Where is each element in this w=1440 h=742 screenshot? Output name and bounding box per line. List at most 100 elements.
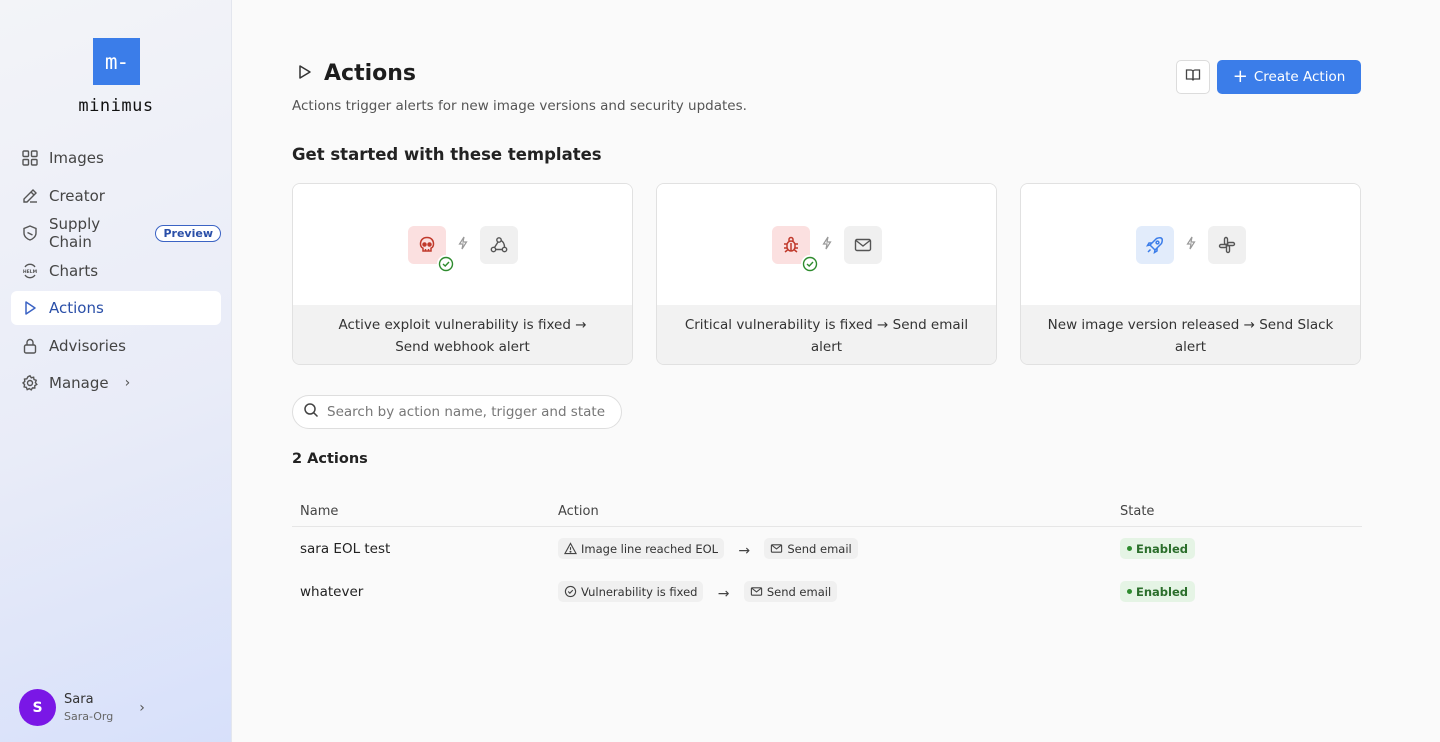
- svg-text:HELM: HELM: [23, 269, 38, 275]
- sidebar-item-label: Actions: [49, 299, 104, 317]
- play-icon: [296, 63, 314, 85]
- table-row[interactable]: whatever Vulnerability is fixed → Send e…: [292, 570, 1362, 613]
- page-title: Actions: [296, 61, 416, 86]
- sidebar-item-creator[interactable]: Creator: [11, 179, 221, 213]
- sidebar-item-charts[interactable]: HELM Charts: [11, 254, 221, 288]
- avatar: S: [19, 689, 56, 726]
- template-cards: Active exploit vulnerability is fixed → …: [292, 183, 1361, 365]
- status-label: Enabled: [1136, 541, 1189, 556]
- skull-icon: [407, 225, 455, 273]
- mail-icon: [771, 544, 783, 553]
- card-trigger: New image version released: [1047, 316, 1240, 333]
- status-label: Enabled: [1136, 584, 1189, 599]
- sidebar-item-label: Charts: [49, 261, 99, 280]
- user-info: Sara Sara-Org: [64, 692, 113, 723]
- template-card-critical-email[interactable]: Critical vulnerability is fixed → Send e…: [656, 183, 997, 365]
- mail-icon: [750, 587, 762, 596]
- arrow-right-icon: →: [1243, 316, 1255, 333]
- card-icons: [1021, 184, 1360, 305]
- main-content: Actions Actions trigger alerts for new i…: [233, 0, 1440, 742]
- mail-icon: [843, 225, 882, 264]
- action-chip: Send email: [743, 581, 838, 602]
- status-dot: [1127, 546, 1132, 551]
- arrow-right-icon: →: [738, 543, 751, 559]
- lock-icon: [21, 337, 39, 355]
- lightning-icon: [821, 236, 832, 254]
- docs-button[interactable]: [1176, 60, 1210, 94]
- book-icon: [1185, 67, 1201, 87]
- actions-table: Name Action State sara EOL test Image li…: [292, 497, 1362, 613]
- preview-badge: Preview: [155, 224, 221, 242]
- logo-mark[interactable]: m-: [93, 38, 140, 85]
- card-caption: Critical vulnerability is fixed → Send e…: [657, 305, 996, 364]
- arrow-right-icon: →: [717, 586, 730, 602]
- template-card-exploit-webhook[interactable]: Active exploit vulnerability is fixed → …: [292, 183, 633, 365]
- card-icons: [657, 184, 996, 305]
- lightning-icon: [457, 236, 468, 254]
- table-header: Name Action State: [292, 497, 1362, 527]
- action-chip: Send email: [764, 538, 858, 559]
- warning-icon: [564, 542, 577, 555]
- sidebar-item-manage[interactable]: Manage ›: [11, 366, 221, 400]
- action-label: Send email: [787, 541, 852, 556]
- card-icons: [293, 184, 632, 305]
- logo-text[interactable]: minimus: [0, 96, 232, 116]
- create-action-button[interactable]: + Create Action: [1217, 60, 1361, 94]
- chevron-right-icon: ›: [124, 375, 131, 391]
- sidebar-item-label: Images: [49, 149, 104, 167]
- sidebar-nav: Images Creator Supply Chain Preview HELM…: [11, 141, 221, 404]
- user-name: Sara: [64, 692, 94, 707]
- user-org: Sara-Org: [64, 710, 114, 723]
- sidebar-item-label: Manage: [49, 374, 109, 392]
- sidebar-item-label: Creator: [49, 186, 105, 205]
- template-card-release-slack[interactable]: New image version released → Send Slack …: [1020, 183, 1361, 365]
- action-flow: Vulnerability is fixed → Send email: [558, 581, 1120, 602]
- templates-heading: Get started with these templates: [292, 145, 602, 164]
- card-action: Send webhook alert: [395, 338, 530, 355]
- column-header-name[interactable]: Name: [292, 504, 558, 519]
- check-circle-icon: [564, 585, 577, 598]
- sidebar-item-label: Supply Chain: [49, 215, 101, 251]
- action-name: whatever: [300, 584, 364, 600]
- webhook-icon: [479, 225, 518, 264]
- sidebar-item-images[interactable]: Images: [11, 141, 221, 175]
- trigger-label: Vulnerability is fixed: [581, 584, 698, 599]
- rocket-icon: [1135, 225, 1174, 264]
- card-trigger: Critical vulnerability is fixed: [684, 316, 873, 333]
- lightning-icon: [1185, 236, 1196, 254]
- sidebar-item-label: Advisories: [49, 336, 126, 355]
- gear-icon: [21, 374, 39, 392]
- action-name: sara EOL test: [300, 541, 391, 557]
- bug-icon: [771, 225, 819, 273]
- status-badge: Enabled: [1120, 538, 1196, 559]
- search-bar: [292, 395, 622, 429]
- state-cell: Enabled: [1120, 538, 1362, 559]
- trigger-chip: Image line reached EOL: [558, 538, 725, 559]
- column-header-state[interactable]: State: [1120, 504, 1362, 519]
- status-dot: [1127, 589, 1132, 594]
- search-icon: [303, 402, 319, 422]
- state-cell: Enabled: [1120, 581, 1362, 602]
- sidebar-item-supply-chain[interactable]: Supply Chain Preview: [11, 215, 221, 251]
- sidebar-item-actions[interactable]: Actions: [11, 291, 221, 325]
- column-header-action[interactable]: Action: [558, 504, 1120, 519]
- trigger-label: Image line reached EOL: [581, 541, 719, 556]
- chevron-right-icon: ›: [139, 699, 145, 716]
- actions-count: 2 Actions: [292, 451, 368, 467]
- card-caption: Active exploit vulnerability is fixed → …: [293, 305, 632, 364]
- shield-icon: [21, 224, 39, 242]
- search-input[interactable]: [327, 404, 607, 420]
- arrow-right-icon: →: [877, 316, 889, 333]
- trigger-chip: Vulnerability is fixed: [558, 581, 704, 602]
- check-circle-icon: [436, 254, 455, 273]
- sidebar: m- minimus Images Creator Supply Chain P…: [0, 0, 232, 742]
- create-action-label: Create Action: [1253, 69, 1346, 85]
- sidebar-item-advisories[interactable]: Advisories: [11, 329, 221, 363]
- table-row[interactable]: sara EOL test Image line reached EOL → S…: [292, 527, 1362, 570]
- arrow-right-icon: →: [575, 316, 587, 333]
- page-subtitle: Actions trigger alerts for new image ver…: [292, 98, 747, 114]
- user-menu[interactable]: S Sara Sara-Org ›: [19, 689, 145, 726]
- action-flow: Image line reached EOL → Send email: [558, 538, 1120, 559]
- action-label: Send email: [766, 584, 832, 599]
- page-heading: Actions: [324, 61, 416, 86]
